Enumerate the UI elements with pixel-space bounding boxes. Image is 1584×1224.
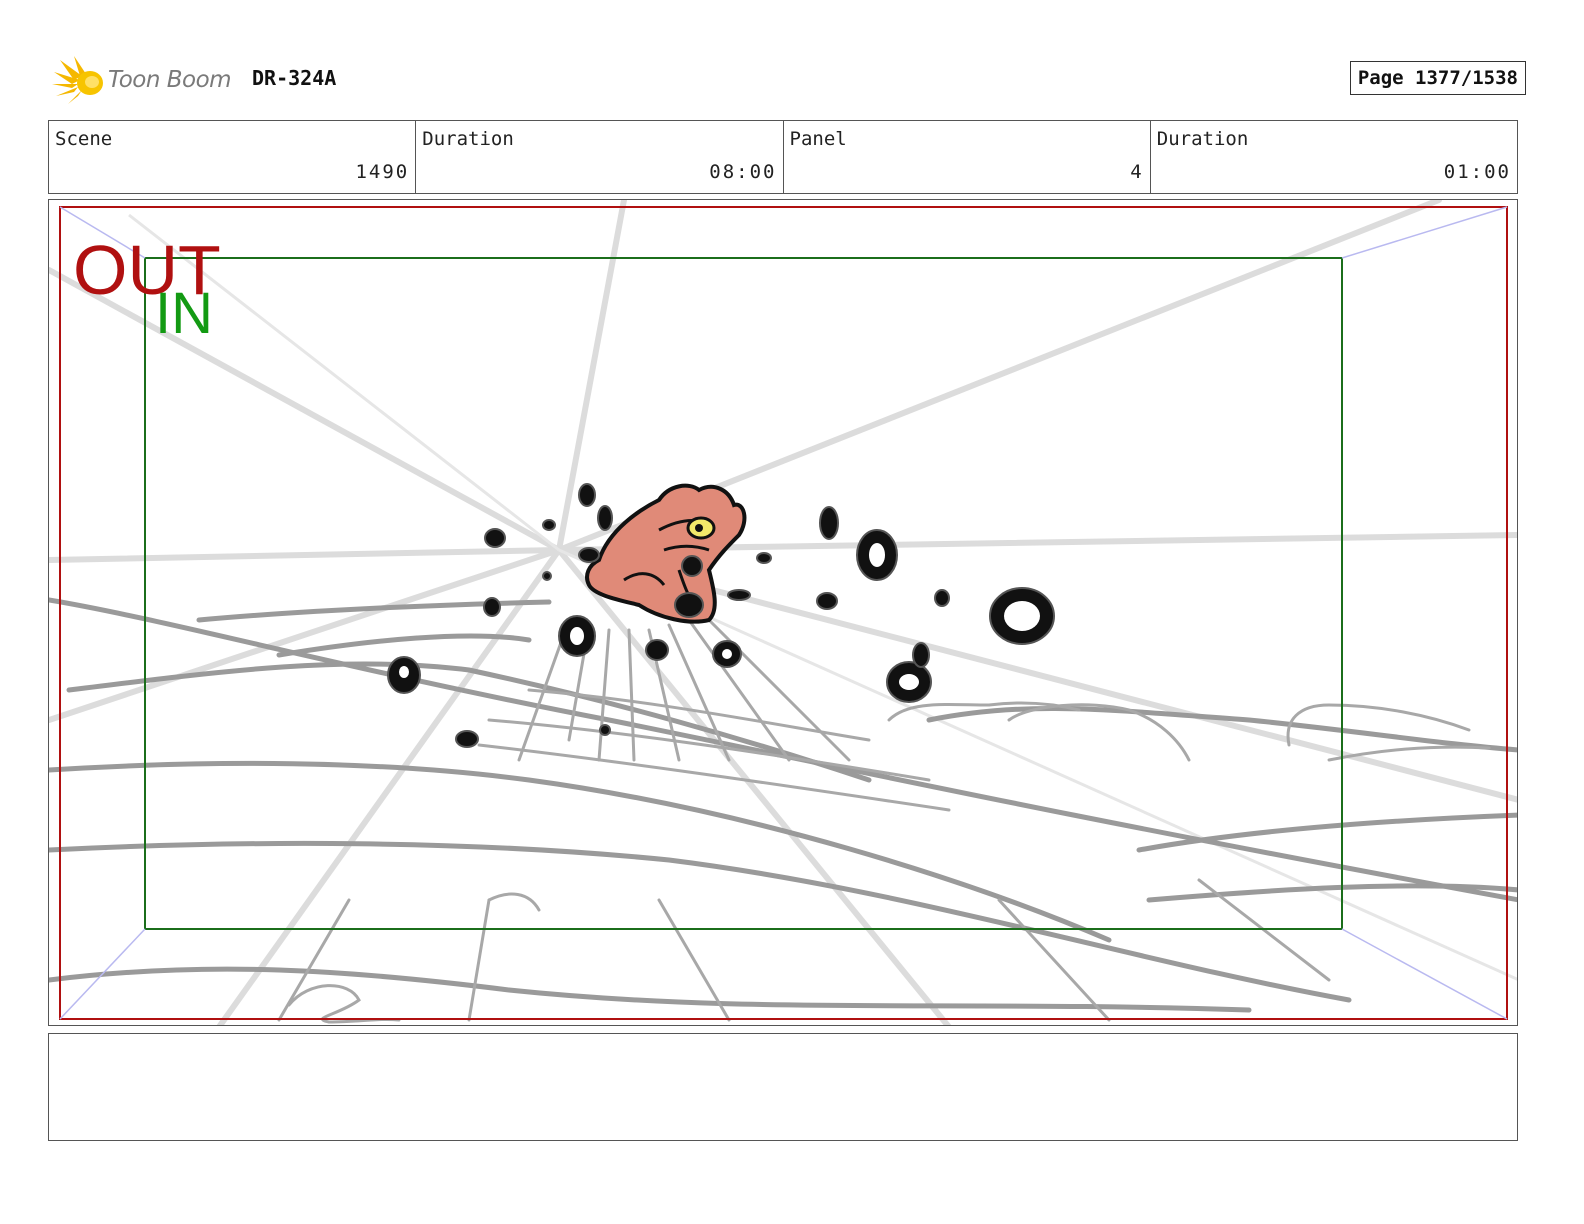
panel-duration-value: 01:00 (1443, 161, 1511, 183)
scene-duration-value: 08:00 (709, 161, 777, 183)
panel-value: 4 (1130, 161, 1144, 183)
logo-text: Toon Boom (108, 67, 232, 93)
panel-label: Panel (789, 128, 847, 150)
panel-cell: Panel 4 (784, 121, 1151, 193)
panel-drawing: OUT IN (49, 200, 1517, 1025)
starburst-icon (52, 56, 103, 104)
page-indicator: Page 1377/1538 (1349, 61, 1526, 95)
scene-label: Scene (55, 128, 113, 150)
panel-duration-cell: Duration 01:00 (1151, 121, 1517, 193)
scene-value: 1490 (355, 161, 410, 183)
scene-cell: Scene 1490 (49, 121, 417, 193)
panel-duration-label: Duration (1156, 128, 1249, 150)
storyboard-header: Toon Boom DR-324A Page 1377/1538 (48, 52, 1538, 108)
project-code: DR-324A (252, 66, 337, 90)
scene-duration-cell: Duration 08:00 (416, 121, 784, 193)
scene-duration-label: Duration (422, 128, 514, 150)
creature-sketch (585, 483, 747, 624)
action-notes-box[interactable] (48, 1033, 1518, 1141)
storyboard-panel: OUT IN (48, 199, 1518, 1026)
in-frame-label: IN (155, 281, 213, 346)
toon-boom-logo: Toon Boom (52, 54, 240, 106)
scene-info-bar: Scene 1490 Duration 08:00 Panel 4 Durati… (48, 120, 1518, 194)
